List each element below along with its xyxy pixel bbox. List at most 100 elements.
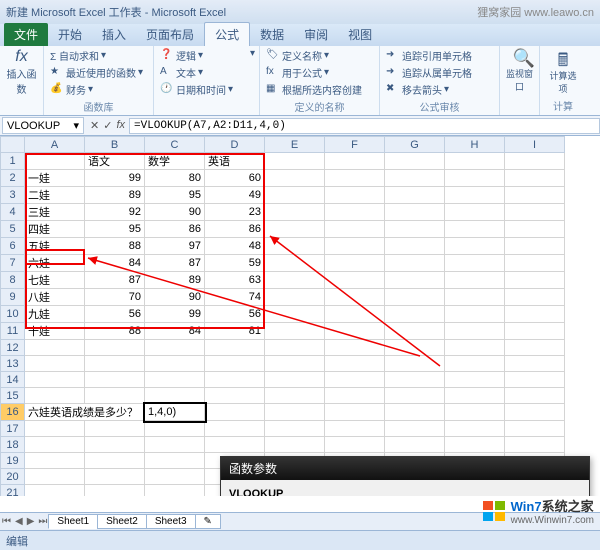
row-header-5[interactable]: 5 [1,221,25,238]
tab-view[interactable]: 视图 [338,23,382,46]
row-header-18[interactable]: 18 [1,437,25,453]
col-header-A[interactable]: A [25,137,85,153]
watch-window-button[interactable]: 🔍 监视窗口 [506,48,533,93]
cell[interactable]: 89 [85,187,145,204]
row-header-8[interactable]: 8 [1,272,25,289]
cancel-icon[interactable]: ✕ [90,119,99,132]
cell[interactable]: 56 [85,306,145,323]
remove-arrows-button[interactable]: ✖移去箭头 ▾ [386,82,493,97]
calc-options-button[interactable]: 🖩 计算选项 [546,48,580,95]
cell[interactable]: 三娃 [25,204,85,221]
cell[interactable]: 88 [85,323,145,340]
corner-cell[interactable] [1,137,25,153]
cell[interactable]: 63 [205,272,265,289]
row-header-6[interactable]: 6 [1,238,25,255]
col-header-D[interactable]: D [205,137,265,153]
logical-button[interactable]: ❓逻辑 ▾ [160,48,238,63]
sheet-tab-3[interactable]: Sheet3 [146,514,196,529]
row-header-2[interactable]: 2 [1,170,25,187]
row-header-7[interactable]: 7 [1,255,25,272]
recent-button[interactable]: ★最近使用的函数 ▾ [50,65,147,80]
text-button[interactable]: A文本 ▾ [160,65,238,80]
name-box[interactable]: VLOOKUP▾ [2,117,84,134]
col-header-C[interactable]: C [145,137,205,153]
cell[interactable]: 97 [145,238,205,255]
trace-precedents-button[interactable]: ➜追踪引用单元格 [386,48,493,63]
cell[interactable]: 95 [145,187,205,204]
row-header-9[interactable]: 9 [1,289,25,306]
cell[interactable]: 二娃 [25,187,85,204]
cell[interactable]: 十娃 [25,323,85,340]
cell[interactable]: 86 [205,221,265,238]
more-icon[interactable]: ▾ [250,48,253,59]
tab-review[interactable]: 审阅 [294,23,338,46]
tab-data[interactable]: 数据 [250,23,294,46]
datetime-button[interactable]: 🕐日期和时间 ▾ [160,82,238,97]
cell[interactable]: 81 [205,323,265,340]
sheet-tab-2[interactable]: Sheet2 [97,514,147,529]
row-header-12[interactable]: 12 [1,340,25,356]
trace-dependents-button[interactable]: ➜追踪从属单元格 [386,65,493,80]
dialog-title[interactable]: 函数参数 [221,457,589,480]
row-header-19[interactable]: 19 [1,453,25,469]
cell[interactable]: 六娃 [25,255,85,272]
row-header-20[interactable]: 20 [1,469,25,485]
cell[interactable]: 99 [145,306,205,323]
cell[interactable]: 80 [145,170,205,187]
formula-input[interactable]: =VLOOKUP(A7,A2:D11,4,0) [129,118,600,134]
cell[interactable]: 四娃 [25,221,85,238]
row-header-4[interactable]: 4 [1,204,25,221]
col-header-I[interactable]: I [505,137,565,153]
cell[interactable]: 99 [85,170,145,187]
col-header-G[interactable]: G [385,137,445,153]
col-header-F[interactable]: F [325,137,385,153]
row-header-10[interactable]: 10 [1,306,25,323]
tab-layout[interactable]: 页面布局 [136,23,204,46]
question-label[interactable]: 六娃英语成绩是多少？ [25,404,145,421]
row-header-17[interactable]: 17 [1,421,25,437]
cell[interactable]: 92 [85,204,145,221]
cell[interactable]: 八娃 [25,289,85,306]
cell[interactable]: 89 [145,272,205,289]
row-header-3[interactable]: 3 [1,187,25,204]
cell[interactable]: 56 [205,306,265,323]
cell[interactable]: 五娃 [25,238,85,255]
cell[interactable]: 一娃 [25,170,85,187]
cell[interactable]: 七娃 [25,272,85,289]
sheet-area[interactable]: ABCDEFGHI1语文数学英语2一娃9980603二娃8995494三娃929… [0,136,600,496]
sheet-nav-prev[interactable]: ◀ [13,516,25,527]
cell[interactable]: 70 [85,289,145,306]
tab-insert[interactable]: 插入 [92,23,136,46]
sheet-nav-first[interactable]: ⏮ [0,516,13,527]
cell[interactable]: 九娃 [25,306,85,323]
cell[interactable]: 88 [85,238,145,255]
row-header-11[interactable]: 11 [1,323,25,340]
cell[interactable]: 59 [205,255,265,272]
col-header-E[interactable]: E [265,137,325,153]
row-header-16[interactable]: 16 [1,404,25,421]
cell[interactable]: 49 [205,187,265,204]
cell[interactable]: 90 [145,289,205,306]
cell[interactable]: 84 [145,323,205,340]
use-in-formula-button[interactable]: fx用于公式 ▾ [266,65,373,80]
row-header-13[interactable]: 13 [1,356,25,372]
tab-home[interactable]: 开始 [48,23,92,46]
cell[interactable]: 95 [85,221,145,238]
row-header-15[interactable]: 15 [1,388,25,404]
row-header-1[interactable]: 1 [1,153,25,170]
insert-function-button[interactable]: fx 插入函数 [6,48,37,96]
cell[interactable]: 87 [85,272,145,289]
cell[interactable]: 86 [145,221,205,238]
cell[interactable]: 90 [145,204,205,221]
cell[interactable]: 60 [205,170,265,187]
tab-file[interactable]: 文件 [4,23,48,46]
financial-button[interactable]: 💰财务 ▾ [50,82,147,97]
active-cell[interactable]: 1,4,0) [145,404,205,421]
cell[interactable]: 48 [205,238,265,255]
create-from-button[interactable]: ▦根据所选内容创建 [266,82,373,97]
cell[interactable]: 74 [205,289,265,306]
tab-formulas[interactable]: 公式 [204,22,250,46]
chevron-down-icon[interactable]: ▾ [73,119,79,132]
cell[interactable]: 23 [205,204,265,221]
cell[interactable]: 84 [85,255,145,272]
